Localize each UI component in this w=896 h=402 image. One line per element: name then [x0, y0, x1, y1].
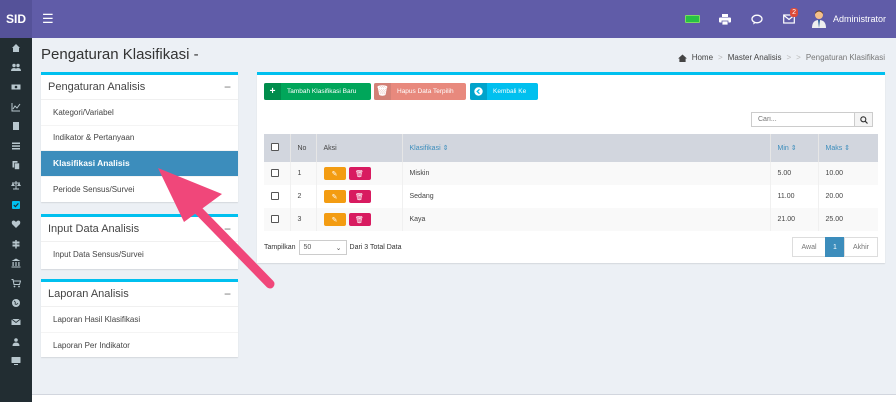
table-row: 3 ✎ 🗑 Kaya 21.00 25.00 — [264, 208, 878, 231]
col-aksi: Aksi — [316, 134, 403, 162]
plus-icon: + — [264, 83, 281, 100]
check-square-icon[interactable] — [0, 195, 32, 215]
page-footer — [32, 394, 896, 402]
breadcrumb-current: Pengaturan Klasifikasi — [805, 53, 885, 62]
desktop-icon[interactable] — [0, 352, 32, 372]
avatar — [811, 10, 826, 28]
heart-icon[interactable] — [0, 214, 32, 234]
collapse-icon[interactable]: − — [224, 80, 231, 94]
home-icon — [677, 53, 687, 62]
breadcrumb-home[interactable]: Home — [692, 53, 713, 62]
trash-icon[interactable]: 🗑 — [348, 167, 371, 180]
menu-item-laporan-klasifikasi[interactable]: Laporan Hasil Klasifikasi — [41, 307, 238, 333]
table-row: 2 ✎ 🗑 Sedang 11.00 20.00 — [264, 185, 878, 208]
envelope-icon[interactable] — [0, 312, 32, 332]
balance-scale-icon[interactable] — [0, 175, 32, 195]
mail-icon[interactable]: 2 — [773, 8, 805, 24]
chat-icon[interactable] — [741, 14, 773, 25]
chart-icon[interactable] — [0, 97, 32, 117]
globe-icon[interactable] — [0, 293, 32, 313]
menu-item-indikator[interactable]: Indikator & Pertanyaan — [41, 126, 238, 151]
page-title: Pengaturan Klasifikasi - — [41, 46, 199, 63]
trash-icon: 🗑 — [374, 83, 391, 100]
col-maks[interactable]: Maks ⇕ — [818, 134, 878, 162]
group-icon[interactable] — [0, 332, 32, 352]
users-icon[interactable] — [0, 58, 32, 78]
breadcrumb-master[interactable]: Master Analisis — [728, 53, 782, 62]
money-icon[interactable] — [0, 77, 32, 97]
sidebar-toggle-icon[interactable]: ☰ — [42, 11, 54, 27]
pagination: Awal 1 Akhir — [792, 237, 878, 257]
print-icon[interactable] — [709, 13, 741, 25]
total-label: Dari 3 Total Data — [349, 244, 402, 251]
col-no: No — [290, 134, 317, 162]
edit-icon[interactable]: ✎ — [323, 213, 346, 226]
signpost-icon[interactable] — [0, 234, 32, 254]
top-navbar: SID ☰ 2 Administrator — [0, 0, 896, 38]
copy-icon[interactable] — [0, 156, 32, 176]
box-title: Input Data Analisis — [48, 223, 140, 235]
sidebar — [0, 38, 32, 402]
edit-icon[interactable]: ✎ — [323, 167, 346, 180]
delete-selected-button[interactable]: 🗑 Hapus Data Terpilih — [374, 83, 466, 100]
notification-badge: 2 — [790, 8, 798, 17]
back-button[interactable]: Kembali Ke — [470, 83, 538, 100]
cart-icon[interactable] — [0, 273, 32, 293]
bank-icon[interactable] — [0, 254, 32, 274]
page-current[interactable]: 1 — [825, 237, 845, 257]
box-title: Pengaturan Analisis — [48, 81, 146, 93]
trash-icon[interactable]: 🗑 — [348, 190, 371, 203]
arrow-left-icon — [470, 83, 487, 100]
select-all-checkbox[interactable] — [271, 143, 279, 151]
trash-icon[interactable]: 🗑 — [348, 213, 371, 226]
edit-icon[interactable]: ✎ — [323, 190, 346, 203]
home-icon[interactable] — [0, 38, 32, 58]
menu-item-kategori[interactable]: Kategori/Variabel — [41, 100, 238, 126]
page-size-control: Tampilkan 50 ⌄ Dari 3 Total Data — [264, 240, 402, 255]
chevron-down-icon: ⌄ — [335, 244, 342, 252]
col-min[interactable]: Min ⇕ — [770, 134, 819, 162]
page-last[interactable]: Akhir — [844, 237, 878, 257]
col-klasifikasi[interactable]: Klasifikasi ⇕ — [402, 134, 771, 162]
annotation-arrow — [158, 168, 275, 289]
battery-icon[interactable] — [677, 15, 709, 23]
classification-table: No Aksi Klasifikasi ⇕ Min ⇕ Maks ⇕ 1 ✎ 🗑 … — [264, 134, 878, 231]
breadcrumb: Home > Master Analisis > > Pengaturan Kl… — [677, 53, 885, 62]
page-first[interactable]: Awal — [792, 237, 826, 257]
main-panel: + Tambah Klasifikasi Baru 🗑 Hapus Data T… — [257, 72, 885, 263]
user-menu[interactable]: Administrator — [811, 10, 886, 28]
page-size-select[interactable]: 50 ⌄ — [298, 240, 347, 255]
book-icon[interactable] — [0, 116, 32, 136]
list-icon[interactable] — [0, 136, 32, 156]
brand-logo[interactable]: SID — [0, 0, 32, 38]
search-icon[interactable] — [854, 113, 872, 126]
search-input[interactable] — [752, 113, 855, 126]
search-box — [751, 112, 873, 127]
box-title: Laporan Analisis — [48, 288, 129, 300]
add-classification-button[interactable]: + Tambah Klasifikasi Baru — [264, 83, 371, 100]
menu-item-laporan-indikator[interactable]: Laporan Per Indikator — [41, 333, 238, 359]
user-name: Administrator — [832, 14, 886, 24]
table-row: 1 ✎ 🗑 Miskin 5.00 10.00 — [264, 162, 878, 185]
